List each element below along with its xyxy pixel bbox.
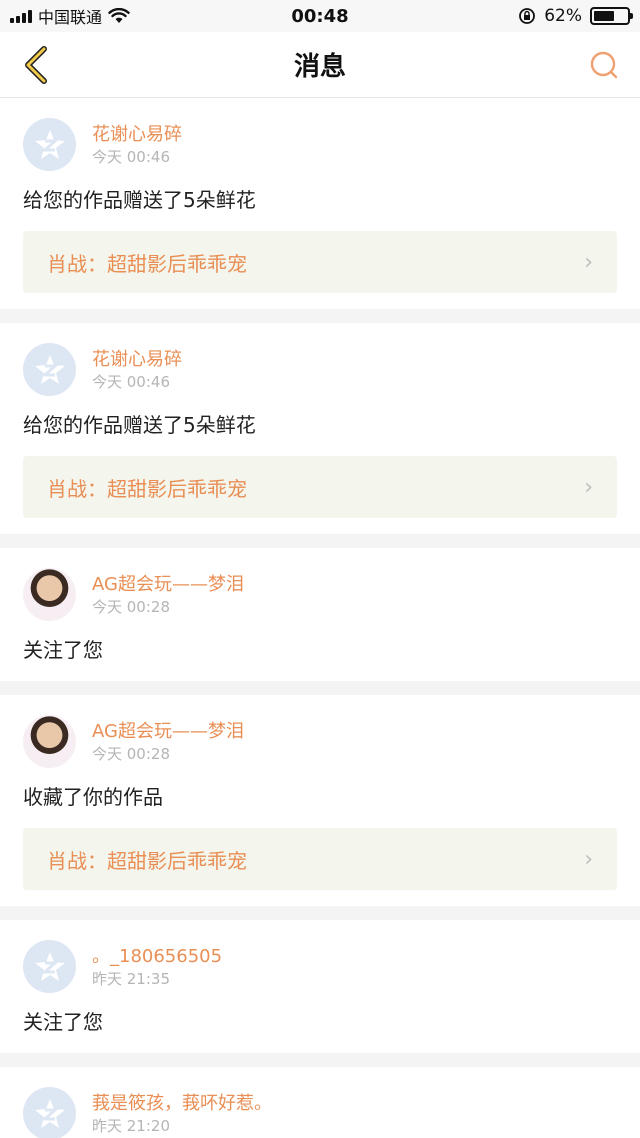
star-z-icon [34,129,65,159]
signal-icon [10,9,32,23]
work-link-label: 肖战：超甜影后乖乖宠 [47,476,247,501]
sender-name[interactable]: AG超会玩——梦泪 [92,720,244,744]
user-avatar-photo[interactable] [23,715,76,768]
message-card: 花谢心易碎 今天 00:46 给您的作品赠送了5朵鲜花 肖战：超甜影后乖乖宠 › [0,98,640,309]
default-avatar-icon[interactable] [23,118,76,171]
message-list: 花谢心易碎 今天 00:46 给您的作品赠送了5朵鲜花 肖战：超甜影后乖乖宠 ›… [0,98,640,1138]
star-z-icon [34,354,65,384]
work-link[interactable]: 肖战：超甜影后乖乖宠 › [23,828,617,890]
back-button[interactable] [16,45,56,85]
message-card: AG超会玩——梦泪 今天 00:28 关注了您 [0,548,640,681]
message-time: 今天 00:28 [92,597,170,616]
chevron-right-icon: › [584,249,593,275]
status-time: 00:48 [291,5,349,27]
message-text: 关注了您 [23,1010,103,1034]
search-button[interactable] [584,45,624,85]
message-card: 。_180656505 昨天 21:35 关注了您 [0,920,640,1053]
rotation-lock-icon [519,8,536,24]
message-time: 昨天 21:20 [92,1116,170,1135]
message-text: 关注了您 [23,638,103,662]
sender-name[interactable]: 。_180656505 [92,945,222,969]
nav-bar: 消息 [0,32,640,98]
message-text: 给您的作品赠送了5朵鲜花 [23,188,256,212]
carrier-label: 中国联通 [38,8,103,27]
chevron-left-icon [25,45,47,84]
status-left: 中国联通 [10,4,130,28]
message-card: AG超会玩——梦泪 今天 00:28 收藏了你的作品 肖战：超甜影后乖乖宠 › [0,695,640,906]
work-link[interactable]: 肖战：超甜影后乖乖宠 › [23,231,617,293]
status-right: 62% [518,6,633,26]
default-avatar-icon[interactable] [23,940,76,993]
battery-icon [590,7,633,25]
work-link[interactable]: 肖战：超甜影后乖乖宠 › [23,456,617,518]
message-time: 今天 00:28 [92,744,170,763]
status-bar: 中国联通 00:48 62% [0,0,640,32]
message-time: 昨天 21:35 [92,969,170,988]
default-avatar-icon[interactable] [23,1087,76,1138]
message-text: 给您的作品赠送了5朵鲜花 [23,413,256,437]
work-link-label: 肖战：超甜影后乖乖宠 [47,848,247,873]
message-card: 莪是筱孩，莪吥好惹。 昨天 21:20 [0,1067,640,1138]
chevron-right-icon: › [584,474,593,500]
message-text: 收藏了你的作品 [23,785,163,809]
star-z-icon [34,1098,65,1128]
sender-name[interactable]: 花谢心易碎 [92,123,182,147]
message-time: 今天 00:46 [92,372,170,391]
message-card: 花谢心易碎 今天 00:46 给您的作品赠送了5朵鲜花 肖战：超甜影后乖乖宠 › [0,323,640,534]
message-time: 今天 00:46 [92,147,170,166]
wifi-icon [108,8,130,23]
sender-name[interactable]: 莪是筱孩，莪吥好惹。 [92,1092,272,1116]
sender-name[interactable]: AG超会玩——梦泪 [92,573,244,597]
work-link-label: 肖战：超甜影后乖乖宠 [47,251,247,276]
search-icon [590,51,618,78]
sender-name[interactable]: 花谢心易碎 [92,348,182,372]
page-title: 消息 [293,52,347,82]
battery-percent: 62% [544,6,582,26]
chevron-right-icon: › [584,846,593,872]
star-z-icon [34,951,65,981]
user-avatar-photo[interactable] [23,568,76,621]
default-avatar-icon[interactable] [23,343,76,396]
